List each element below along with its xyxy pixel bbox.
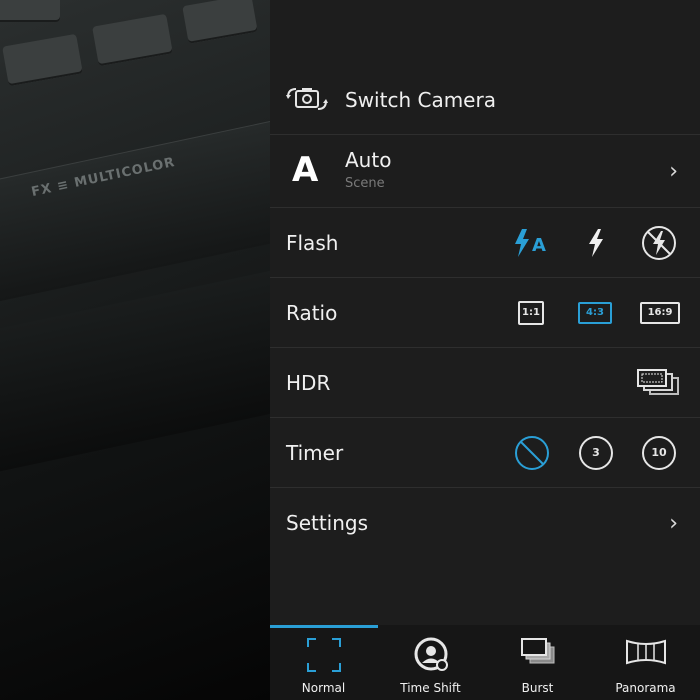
switch-camera-row[interactable]: Switch Camera: [270, 65, 700, 135]
scene-row[interactable]: A Auto Scene ›: [270, 136, 700, 208]
ratio-label: Ratio: [286, 300, 338, 325]
ratio-row: Ratio 1:1 4:3 16:9: [270, 278, 700, 348]
mode-normal[interactable]: Normal: [270, 625, 377, 700]
settings-row[interactable]: Settings ›: [270, 488, 700, 558]
hdr-label: HDR: [286, 370, 331, 395]
timer-off-icon[interactable]: [513, 434, 551, 472]
camera-viewfinder[interactable]: FX ≡ MULTICOLOR: [0, 0, 270, 700]
mode-time-shift[interactable]: Time Shift: [377, 625, 484, 700]
flash-row: Flash A: [270, 208, 700, 278]
mode-label: Panorama: [615, 681, 676, 695]
device-surface: [0, 264, 270, 476]
hdr-toggle-icon[interactable]: [636, 368, 682, 398]
mode-label: Normal: [301, 681, 346, 695]
scene-title: Auto: [345, 148, 392, 172]
timer-row: Timer 3 10: [270, 418, 700, 488]
mode-burst[interactable]: Burst: [484, 625, 591, 700]
flash-label: Flash: [286, 230, 339, 255]
timer-label: Timer: [286, 440, 344, 465]
scene-subtitle: Scene: [345, 176, 385, 191]
mode-panorama[interactable]: Panorama: [592, 625, 699, 700]
switch-camera-label: Switch Camera: [345, 87, 496, 112]
mode-bar: Normal Time Shift Burst Panorama: [270, 625, 700, 700]
mode-label: Time Shift: [400, 681, 461, 695]
auto-scene-icon: A: [292, 150, 319, 190]
keyboard-key: [0, 0, 60, 22]
timer-10s-button[interactable]: 10: [642, 435, 676, 470]
ratio-16-9-button[interactable]: 16:9: [640, 301, 680, 324]
device-surface: [0, 113, 270, 307]
time-shift-icon: [411, 637, 451, 677]
normal-frame-icon: [306, 637, 342, 677]
flash-on-icon[interactable]: [584, 227, 608, 259]
switch-camera-icon: [284, 85, 330, 117]
flash-auto-icon[interactable]: A: [512, 227, 552, 259]
burst-icon: [518, 637, 558, 673]
flash-off-icon[interactable]: [641, 225, 677, 261]
keyboard-key: [182, 0, 258, 44]
hdr-row[interactable]: HDR: [270, 348, 700, 418]
chevron-right-icon: ›: [669, 159, 678, 184]
settings-label: Settings: [286, 511, 369, 535]
keyboard-key: [2, 33, 83, 87]
mode-label: Burst: [521, 681, 554, 695]
timer-3s-button[interactable]: 3: [579, 435, 613, 470]
ratio-4-3-button[interactable]: 4:3: [578, 301, 612, 324]
camera-menu-panel: Switch Camera A Auto Scene › Flash A Rat…: [270, 0, 700, 700]
chevron-right-icon: ›: [669, 510, 678, 536]
svg-text:A: A: [532, 235, 546, 256]
panorama-icon: [624, 637, 668, 671]
keyboard-key: [92, 13, 173, 67]
ratio-1-1-button[interactable]: 1:1: [518, 300, 544, 325]
